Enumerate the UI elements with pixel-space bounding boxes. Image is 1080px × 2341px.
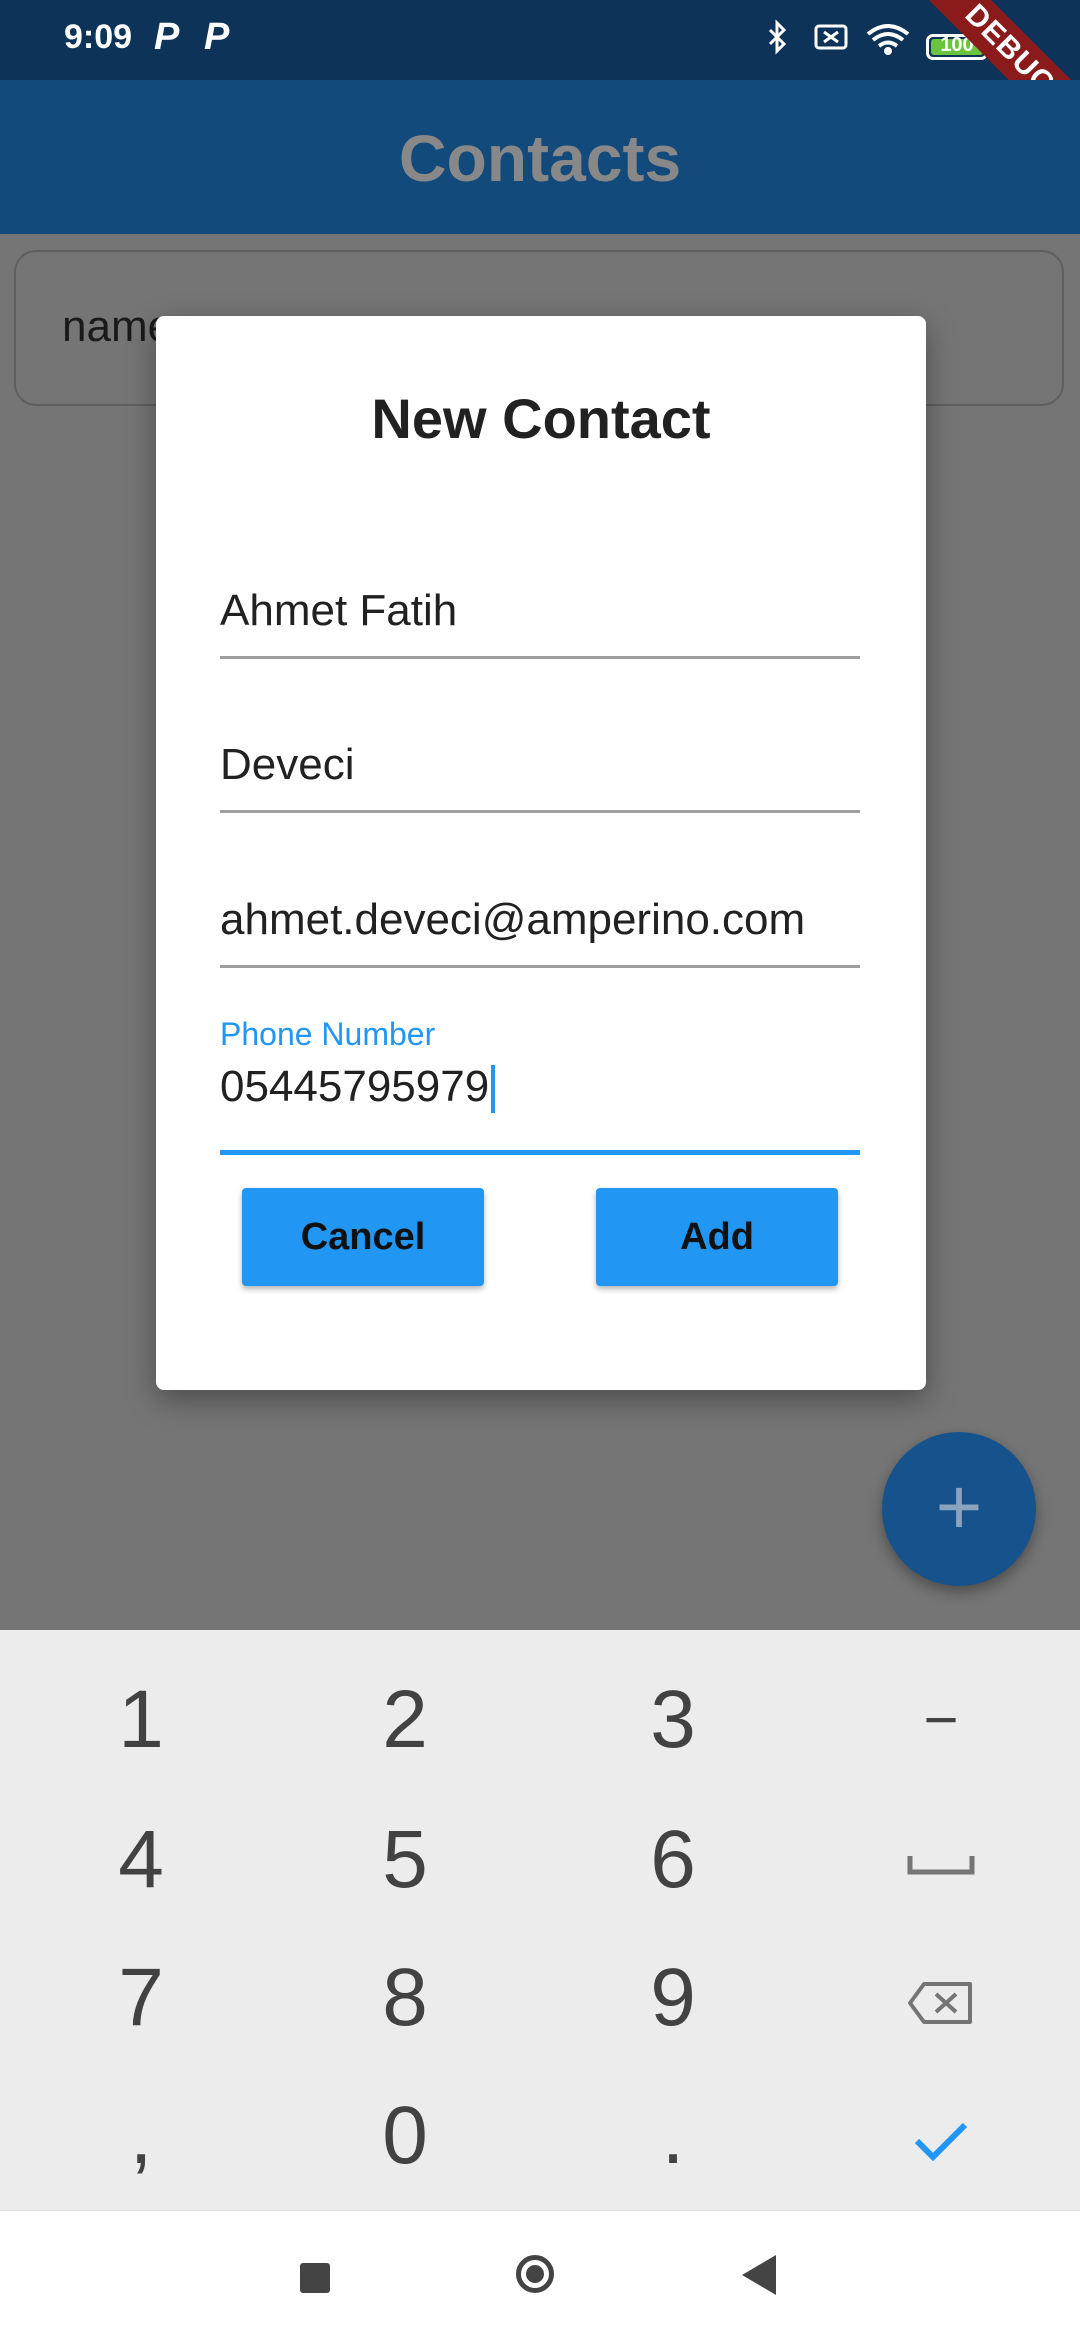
page-title: Contacts <box>398 121 682 195</box>
parking-notification-icon: P <box>154 16 180 58</box>
key-7[interactable]: 7 <box>6 1928 276 2068</box>
system-nav-bar <box>0 2210 1080 2341</box>
key-5[interactable]: 5 <box>270 1790 540 1930</box>
key-3[interactable]: 3 <box>538 1650 808 1790</box>
bluetooth-icon <box>768 19 787 55</box>
last-name-field[interactable]: Deveci <box>220 700 860 813</box>
key-comma[interactable]: , <box>6 2066 276 2206</box>
numeric-keyboard: 1 2 3 − 4 5 6 7 8 9 , 0 . <box>0 1630 1080 2210</box>
key-0[interactable]: 0 <box>270 2066 540 2206</box>
status-time: 9:09 <box>64 18 133 56</box>
back-triangle-icon[interactable] <box>742 2255 776 2295</box>
phone-number-value: 05445795979 <box>220 1062 490 1111</box>
key-9[interactable]: 9 <box>538 1928 808 2068</box>
key-backspace[interactable] <box>806 1928 1076 2068</box>
email-field[interactable]: ahmet.deveci@amperino.com <box>220 855 860 968</box>
add-button[interactable]: Add <box>596 1188 838 1286</box>
phone-number-field[interactable]: Phone Number 05445795979 <box>220 1016 860 1155</box>
backspace-icon <box>908 1982 972 2025</box>
first-name-field[interactable]: Ahmet Fatih <box>220 546 860 659</box>
key-1[interactable]: 1 <box>6 1650 276 1790</box>
phone-number-label: Phone Number <box>220 1016 436 1052</box>
wifi-icon <box>866 24 910 55</box>
app-bar: Contacts <box>0 80 1080 234</box>
email-value: ahmet.deveci@amperino.com <box>220 895 806 944</box>
no-sim-icon <box>814 24 848 50</box>
key-period[interactable]: . <box>538 2066 808 2206</box>
recents-square-icon[interactable] <box>300 2263 330 2293</box>
key-8[interactable]: 8 <box>270 1928 540 2068</box>
key-done[interactable] <box>806 2066 1076 2206</box>
key-space[interactable] <box>806 1790 1076 1930</box>
plus-icon: + <box>935 1462 983 1551</box>
text-cursor <box>491 1065 496 1114</box>
key-6[interactable]: 6 <box>538 1790 808 1930</box>
dialog-title: New Contact <box>371 387 711 450</box>
first-name-value: Ahmet Fatih <box>220 586 458 635</box>
parking-notification-icon: P <box>204 16 230 58</box>
key-4[interactable]: 4 <box>6 1790 276 1930</box>
last-name-value: Deveci <box>220 740 355 789</box>
key-2[interactable]: 2 <box>270 1650 540 1790</box>
space-icon <box>907 1856 975 1875</box>
status-icons <box>768 19 910 55</box>
cancel-button[interactable]: Cancel <box>242 1188 484 1286</box>
add-contact-fab[interactable]: + <box>882 1432 1036 1586</box>
home-circle-icon[interactable] <box>516 2255 554 2293</box>
key-minus[interactable]: − <box>806 1650 1076 1790</box>
new-contact-dialog: New Contact Ahmet Fatih Deveci ahmet.dev… <box>156 316 926 1390</box>
checkmark-icon <box>914 2123 968 2162</box>
status-bar: 9:09 P P 100 DEBUG <box>0 0 1080 158</box>
